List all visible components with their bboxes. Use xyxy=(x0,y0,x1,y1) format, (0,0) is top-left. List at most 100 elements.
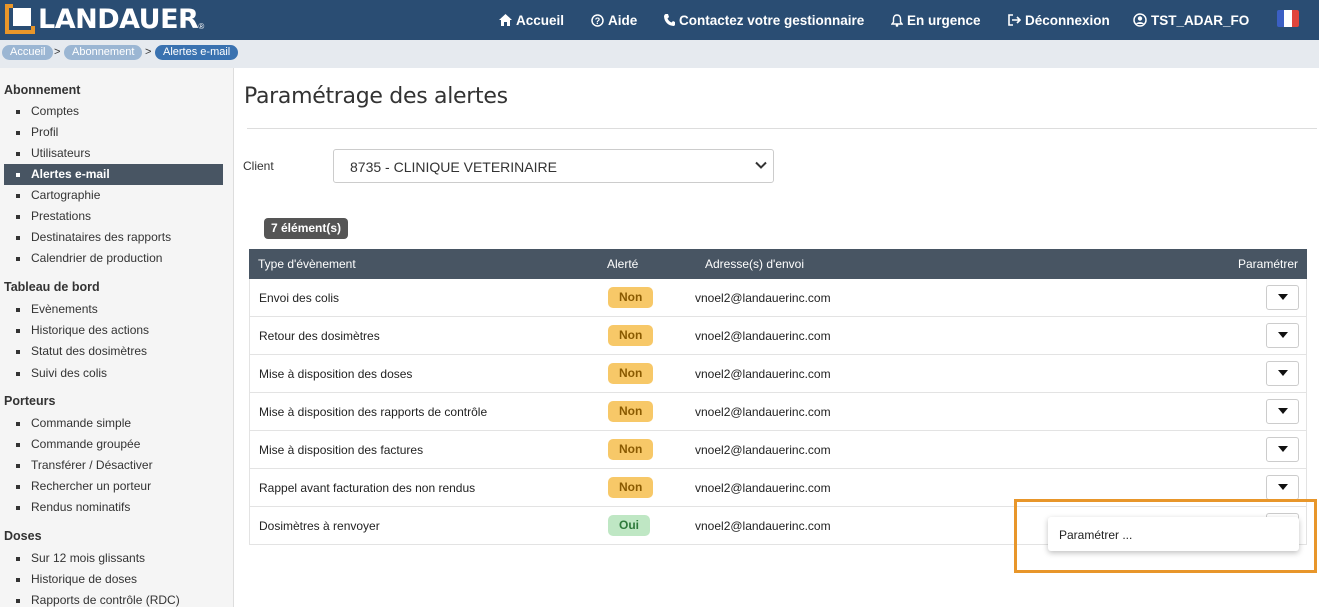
nav-urgent[interactable]: En urgence xyxy=(891,11,981,29)
client-select-value: 8735 - CLINIQUE VETERINAIRE xyxy=(350,159,557,175)
chevron-down-icon xyxy=(755,161,767,169)
row-type: Retour des dosimètres xyxy=(259,329,380,343)
row-settings-dropdown-button[interactable] xyxy=(1266,437,1299,462)
table-row: Mise à disposition des rapports de contr… xyxy=(249,393,1307,431)
breadcrumb-home[interactable]: Accueil xyxy=(2,45,54,60)
status-badge: Non xyxy=(608,401,654,422)
breadcrumb: Accueil > Abonnement > Alertes e-mail xyxy=(0,40,1319,68)
french-flag-icon[interactable] xyxy=(1277,10,1299,27)
sidebar-item-profil[interactable]: Profil xyxy=(4,122,223,143)
sidebar-item-prestations[interactable]: Prestations xyxy=(4,206,223,227)
sidebar-item-alertes-email[interactable]: Alertes e-mail xyxy=(4,164,223,185)
sidebar: Abonnement Comptes Profil Utilisateurs A… xyxy=(0,68,234,607)
logo-mark-icon xyxy=(5,2,37,34)
nav-contact[interactable]: Contactez votre gestionnaire xyxy=(664,11,864,29)
row-type: Mise à disposition des doses xyxy=(259,367,413,381)
status-badge: Non xyxy=(608,477,654,498)
sidebar-item-cartographie[interactable]: Cartographie xyxy=(4,185,223,206)
row-settings-dropdown-button[interactable] xyxy=(1266,285,1299,310)
logo-text: LANDAUER xyxy=(38,3,199,35)
sidebar-item-statut-dosimetres[interactable]: Statut des dosimètres xyxy=(4,341,223,362)
nav-user[interactable]: TST_ADAR_FO xyxy=(1133,11,1249,29)
status-badge: Non xyxy=(608,439,654,460)
sign-out-icon xyxy=(1008,14,1021,26)
nav-logout-label: Déconnexion xyxy=(1025,12,1110,28)
svg-text:?: ? xyxy=(595,16,601,26)
sidebar-item-commande-groupee[interactable]: Commande groupée xyxy=(4,434,223,455)
sidebar-item-suivi-colis[interactable]: Suivi des colis xyxy=(4,363,223,384)
sidebar-item-evenements[interactable]: Evènements xyxy=(4,299,223,320)
row-address: vnoel2@landauerinc.com xyxy=(695,405,831,419)
sidebar-item-historique-actions[interactable]: Historique des actions xyxy=(4,320,223,341)
settings-dropdown-menu: Paramétrer ... xyxy=(1048,517,1299,551)
breadcrumb-separator: > xyxy=(145,46,152,58)
row-settings-dropdown-button[interactable] xyxy=(1266,399,1299,424)
page-title: Paramétrage des alertes xyxy=(244,84,508,109)
nav-logout[interactable]: Déconnexion xyxy=(1008,11,1110,29)
col-header-type: Type d'évènement xyxy=(258,257,356,271)
sidebar-item-comptes[interactable]: Comptes xyxy=(4,101,223,122)
col-header-adresse: Adresse(s) d'envoi xyxy=(705,257,804,271)
caret-down-icon xyxy=(1278,370,1288,376)
nav-home-label: Accueil xyxy=(516,12,565,28)
sidebar-heading-tableau-de-bord: Tableau de bord xyxy=(4,280,100,294)
nav-contact-label: Contactez votre gestionnaire xyxy=(679,12,865,28)
logo-registered: ® xyxy=(198,21,205,31)
breadcrumb-separator: > xyxy=(54,46,61,58)
bell-icon xyxy=(891,13,903,27)
phone-icon xyxy=(664,14,675,26)
landauer-logo[interactable]: LANDAUER ® xyxy=(5,2,205,35)
caret-down-icon xyxy=(1278,484,1288,490)
row-address: vnoel2@landauerinc.com xyxy=(695,443,831,457)
row-address: vnoel2@landauerinc.com xyxy=(695,329,831,343)
status-badge: Non xyxy=(608,287,654,308)
table-row: Mise à disposition des factures Non vnoe… xyxy=(249,431,1307,469)
row-address: vnoel2@landauerinc.com xyxy=(695,291,831,305)
row-settings-dropdown-button[interactable] xyxy=(1266,323,1299,348)
caret-down-icon xyxy=(1278,332,1288,338)
sidebar-heading-abonnement: Abonnement xyxy=(4,83,81,97)
row-type: Rappel avant facturation des non rendus xyxy=(259,481,476,495)
home-icon xyxy=(499,14,512,26)
table-row: Retour des dosimètres Non vnoel2@landaue… xyxy=(249,317,1307,355)
caret-down-icon xyxy=(1278,408,1288,414)
nav-urgent-label: En urgence xyxy=(907,12,981,28)
row-type: Mise à disposition des factures xyxy=(259,443,424,457)
status-badge: Oui xyxy=(608,515,650,536)
question-circle-icon: ? xyxy=(591,13,604,27)
row-address: vnoel2@landauerinc.com xyxy=(695,519,831,533)
status-badge: Non xyxy=(608,325,654,346)
sidebar-item-calendrier[interactable]: Calendrier de production xyxy=(4,248,223,269)
col-header-alerte: Alerté xyxy=(607,257,639,271)
breadcrumb-subscription[interactable]: Abonnement xyxy=(64,45,143,60)
dropdown-item-parametrer[interactable]: Paramétrer ... xyxy=(1059,528,1132,542)
sidebar-item-historique-doses[interactable]: Historique de doses xyxy=(4,569,223,590)
sidebar-item-rapports-controle[interactable]: Rapports de contrôle (RDC) xyxy=(4,590,223,611)
sidebar-heading-doses: Doses xyxy=(4,529,42,543)
sidebar-heading-porteurs: Porteurs xyxy=(4,394,56,408)
sidebar-item-12-mois[interactable]: Sur 12 mois glissants xyxy=(4,548,223,569)
breadcrumb-current: Alertes e-mail xyxy=(155,45,239,60)
nav-home[interactable]: Accueil xyxy=(499,11,564,29)
table-row: Mise à disposition des doses Non vnoel2@… xyxy=(249,355,1307,393)
row-settings-dropdown-button[interactable] xyxy=(1266,475,1299,500)
sidebar-item-utilisateurs[interactable]: Utilisateurs xyxy=(4,143,223,164)
row-address: vnoel2@landauerinc.com xyxy=(695,367,831,381)
nav-user-label: TST_ADAR_FO xyxy=(1151,12,1250,28)
col-header-parametrer: Paramétrer xyxy=(1238,257,1299,271)
row-address: vnoel2@landauerinc.com xyxy=(695,481,831,495)
status-badge: Non xyxy=(608,363,654,384)
sidebar-item-destinataires[interactable]: Destinataires des rapports xyxy=(4,227,223,248)
nav-help[interactable]: ? Aide xyxy=(591,11,637,29)
sidebar-item-rechercher-porteur[interactable]: Rechercher un porteur xyxy=(4,476,223,497)
row-type: Envoi des colis xyxy=(259,291,340,305)
sidebar-item-rendus-nominatifs[interactable]: Rendus nominatifs xyxy=(4,497,223,518)
client-select[interactable]: 8735 - CLINIQUE VETERINAIRE xyxy=(333,149,774,183)
caret-down-icon xyxy=(1278,294,1288,300)
sidebar-item-transferer[interactable]: Transférer / Désactiver xyxy=(4,455,223,476)
nav-help-label: Aide xyxy=(608,12,638,28)
sidebar-item-commande-simple[interactable]: Commande simple xyxy=(4,413,223,434)
row-type: Mise à disposition des rapports de contr… xyxy=(259,405,488,419)
row-settings-dropdown-button[interactable] xyxy=(1266,361,1299,386)
items-count-badge: 7 élément(s) xyxy=(264,218,349,239)
